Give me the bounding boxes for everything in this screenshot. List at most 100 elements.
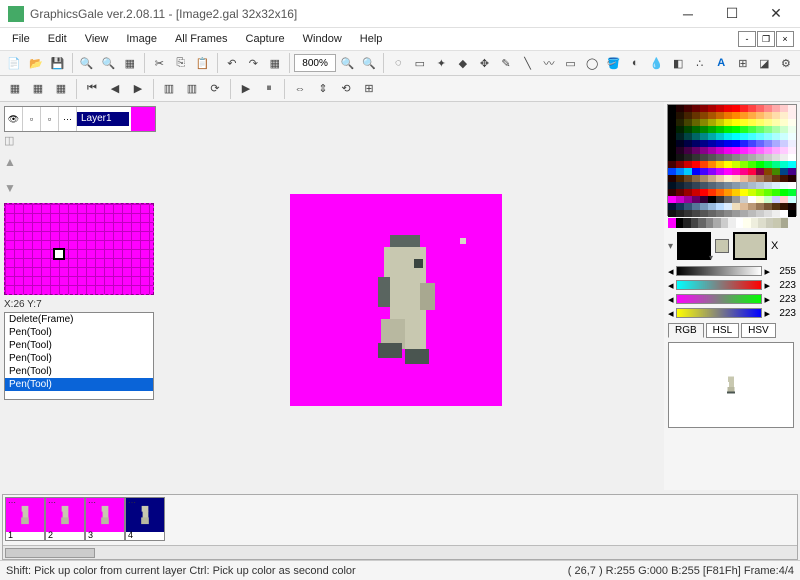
palette-swatch[interactable] — [684, 119, 692, 126]
slider-right-icon[interactable]: ▸ — [764, 279, 770, 292]
palette-swatch[interactable] — [740, 140, 748, 147]
palette-swatch[interactable] — [724, 140, 732, 147]
palette-swatch[interactable] — [668, 133, 676, 140]
palette-swatch[interactable] — [676, 119, 684, 126]
palette-swatch[interactable] — [676, 203, 684, 210]
palette-swatch[interactable] — [780, 154, 788, 161]
palette-swatch[interactable] — [700, 147, 708, 154]
palette-swatch[interactable] — [764, 105, 772, 112]
frame-del-button[interactable]: ▦ — [50, 78, 72, 100]
palette-swatch[interactable] — [756, 203, 764, 210]
palette-swatch[interactable] — [780, 126, 788, 133]
palette-swatch[interactable] — [676, 126, 684, 133]
palette-swatch[interactable] — [692, 105, 700, 112]
close-button[interactable]: ✕ — [754, 1, 798, 27]
slider-bar[interactable] — [676, 308, 763, 318]
fill-tool-button[interactable]: 🪣 — [603, 52, 624, 74]
palette-swatch[interactable] — [780, 175, 788, 182]
tab-hsl[interactable]: HSL — [706, 323, 739, 338]
palette-swatch[interactable] — [780, 196, 788, 203]
palette-swatch[interactable] — [732, 154, 740, 161]
swatch[interactable] — [683, 218, 691, 228]
palette-swatch[interactable] — [692, 133, 700, 140]
palette-swatch[interactable] — [732, 140, 740, 147]
menu-capture[interactable]: Capture — [238, 31, 293, 47]
palette-swatch[interactable] — [748, 147, 756, 154]
palette-swatch[interactable] — [708, 119, 716, 126]
palette-swatch[interactable] — [700, 168, 708, 175]
palette-swatch[interactable] — [708, 175, 716, 182]
slider-right-icon[interactable]: ▸ — [764, 265, 770, 278]
palette-swatch[interactable] — [772, 126, 780, 133]
frame-cell[interactable]: ⋯4 — [125, 497, 165, 541]
palette-swatch[interactable] — [764, 168, 772, 175]
palette-swatch[interactable] — [772, 140, 780, 147]
prev-frame-button[interactable]: ◀ — [104, 78, 126, 100]
zoom-input[interactable] — [294, 54, 336, 72]
mdi-minimize-button[interactable]: - — [738, 31, 756, 47]
palette-swatch[interactable] — [716, 196, 724, 203]
palette-swatch[interactable] — [716, 203, 724, 210]
slider-right-icon[interactable]: ▸ — [764, 293, 770, 306]
palette-swatch[interactable] — [668, 140, 676, 147]
frame-cell[interactable]: ⋯2 — [45, 497, 85, 541]
palette-swatch[interactable] — [724, 126, 732, 133]
layer-dots-icon[interactable]: ⋯ — [59, 107, 77, 131]
palette-swatch[interactable] — [772, 182, 780, 189]
palette-swatch[interactable] — [692, 189, 700, 196]
eyedropper-button[interactable]: 💧 — [646, 52, 667, 74]
swatch[interactable] — [676, 218, 684, 228]
palette-swatch[interactable] — [748, 133, 756, 140]
palette-swatch[interactable] — [764, 140, 772, 147]
zoom-out-button[interactable]: 🔍 — [359, 52, 380, 74]
palette-swatch[interactable] — [668, 112, 676, 119]
swatch[interactable] — [698, 218, 706, 228]
palette-swatch[interactable] — [716, 105, 724, 112]
palette-swatch[interactable] — [740, 196, 748, 203]
palette-swatch[interactable] — [756, 175, 764, 182]
palette-swatch[interactable] — [668, 161, 676, 168]
palette-swatch[interactable] — [764, 189, 772, 196]
palette-swatch[interactable] — [732, 210, 740, 217]
loop-button[interactable]: ⟳ — [204, 78, 226, 100]
flip-h-button[interactable]: ⇔ — [289, 78, 311, 100]
palette-swatch[interactable] — [684, 147, 692, 154]
palette-swatch[interactable] — [748, 175, 756, 182]
palette-swatch[interactable] — [780, 203, 788, 210]
palette-swatch[interactable] — [740, 147, 748, 154]
palette-swatch[interactable] — [788, 147, 796, 154]
palette-swatch[interactable] — [724, 119, 732, 126]
palette-swatch[interactable] — [772, 210, 780, 217]
palette-swatch[interactable] — [788, 175, 796, 182]
swatch[interactable] — [758, 218, 766, 228]
palette-swatch[interactable] — [692, 147, 700, 154]
palette-swatch[interactable] — [716, 119, 724, 126]
palette-swatch[interactable] — [708, 210, 716, 217]
palette-swatch[interactable] — [788, 154, 796, 161]
palette-swatch[interactable] — [732, 112, 740, 119]
layer-alpha-icon[interactable]: ▫ — [41, 107, 59, 131]
menu-help[interactable]: Help — [352, 31, 391, 47]
palette-swatch[interactable] — [772, 112, 780, 119]
palette-swatch[interactable] — [772, 105, 780, 112]
palette-swatch[interactable] — [756, 105, 764, 112]
palette-swatch[interactable] — [732, 182, 740, 189]
palette-swatch[interactable] — [668, 189, 676, 196]
palette-swatch[interactable] — [780, 112, 788, 119]
palette-swatch[interactable] — [684, 175, 692, 182]
palette-swatch[interactable] — [772, 119, 780, 126]
palette-swatch[interactable] — [708, 112, 716, 119]
history-item[interactable]: Pen(Tool) — [5, 352, 153, 365]
palette-swatch[interactable] — [668, 210, 676, 217]
frame-cell[interactable]: ⋯1 — [5, 497, 45, 541]
palette-swatch[interactable] — [788, 168, 796, 175]
first-frame-button[interactable]: ⏮ — [81, 78, 103, 100]
palette-swatch[interactable] — [772, 154, 780, 161]
palette-swatch[interactable] — [772, 168, 780, 175]
palette-swatch[interactable] — [692, 175, 700, 182]
palette-swatch[interactable] — [748, 126, 756, 133]
mdi-close-button[interactable]: × — [776, 31, 794, 47]
menu-view[interactable]: View — [77, 31, 117, 47]
palette-swatch[interactable] — [772, 189, 780, 196]
rotate-button[interactable]: ⟲ — [335, 78, 357, 100]
